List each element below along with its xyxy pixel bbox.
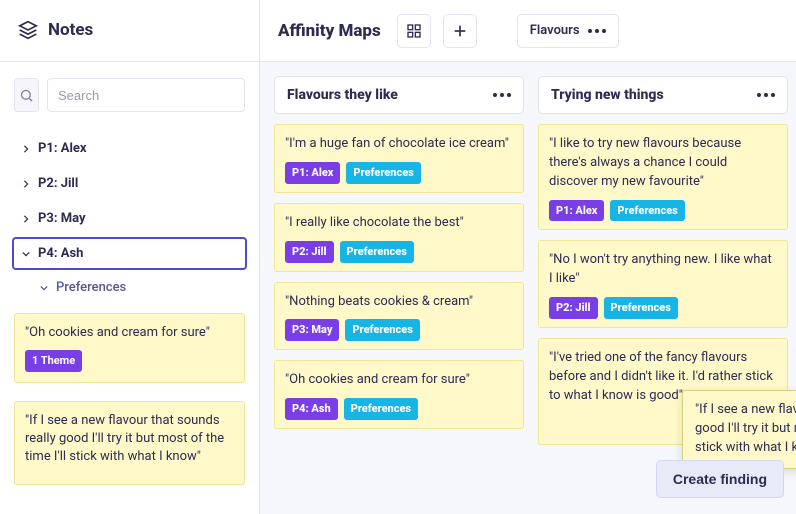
main: Affinity Maps Flavours [260, 0, 796, 514]
create-finding-button[interactable]: Create finding [656, 460, 784, 498]
note-quote: "If I see a new flavour that sounds real… [25, 412, 234, 467]
page-title: Affinity Maps [278, 21, 381, 41]
preference-tag[interactable]: Preferences [344, 398, 418, 420]
affinity-card[interactable]: "I like to try new flavours because ther… [538, 124, 788, 230]
card-quote: "I'm a huge fan of chocolate ice cream" [285, 135, 513, 154]
column-header[interactable]: Flavours they like [274, 76, 524, 114]
chevron-right-icon [22, 180, 30, 188]
column-header[interactable]: Trying new things [538, 76, 788, 114]
search-icon [19, 88, 34, 103]
filter-label: Flavours [530, 23, 580, 38]
plus-icon [452, 23, 468, 39]
chevron-right-icon [22, 215, 30, 223]
tree-sub-label: Preferences [56, 280, 126, 295]
card-tags: P3: May Preferences [285, 319, 513, 341]
sidebar: Notes P1: Alex P2: Jill P3: May [0, 0, 260, 514]
tree-item-p2[interactable]: P2: Jill [12, 167, 247, 200]
preference-tag[interactable]: Preferences [346, 162, 420, 184]
card-quote: "I really like chocolate the best" [285, 214, 513, 233]
sidebar-title: Notes [48, 20, 93, 40]
card-quote: "If I see a new flavour that sounds real… [695, 402, 796, 455]
tree-item-label: P1: Alex [38, 141, 87, 156]
preference-tag[interactable]: Preferences [345, 319, 419, 341]
theme-badge: 1 Theme [25, 350, 82, 371]
tree-item-label: P3: May [38, 211, 86, 226]
sidebar-header: Notes [0, 0, 259, 62]
filter-flavours-button[interactable]: Flavours [517, 14, 619, 48]
column-title: Trying new things [551, 87, 664, 103]
participant-tag[interactable]: P2: Jill [549, 297, 598, 319]
note-quote: "Oh cookies and cream for sure" [25, 324, 234, 342]
tree-item-p3[interactable]: P3: May [12, 202, 247, 235]
participant-tree: P1: Alex P2: Jill P3: May P4: Ash Prefer… [0, 126, 259, 303]
search-button[interactable] [14, 78, 39, 112]
preference-tag[interactable]: Preferences [340, 241, 414, 263]
search-input[interactable] [47, 78, 245, 112]
sidebar-note-card[interactable]: "Oh cookies and cream for sure" 1 Theme [14, 313, 245, 383]
column-title: Flavours they like [287, 87, 398, 103]
tree-item-label: P4: Ash [38, 246, 83, 261]
board-column: Flavours they like "I'm a huge fan of ch… [274, 76, 524, 500]
sidebar-note-card[interactable]: "If I see a new flavour that sounds real… [14, 401, 245, 486]
affinity-card[interactable]: "No I won't try anything new. I like wha… [538, 240, 788, 328]
grid-icon [406, 23, 422, 39]
card-quote: "Nothing beats cookies & cream" [285, 293, 513, 312]
layers-icon [18, 20, 38, 40]
tree-item-p4[interactable]: P4: Ash [12, 237, 247, 270]
affinity-card[interactable]: "Nothing beats cookies & cream" P3: May … [274, 282, 524, 351]
participant-tag[interactable]: P3: May [285, 319, 339, 341]
grid-view-button[interactable] [397, 14, 431, 48]
chevron-down-icon [40, 284, 48, 292]
column-menu-icon[interactable] [493, 93, 511, 97]
chevron-down-icon [22, 250, 30, 258]
card-tags: P1: Alex Preferences [549, 200, 777, 222]
participant-tag[interactable]: P1: Alex [549, 200, 604, 222]
affinity-card[interactable]: "Oh cookies and cream for sure" P4: Ash … [274, 360, 524, 429]
main-header: Affinity Maps Flavours [260, 0, 796, 62]
tree-item-label: P2: Jill [38, 176, 78, 191]
participant-tag[interactable]: P2: Jill [285, 241, 334, 263]
affinity-card[interactable]: "I'm a huge fan of chocolate ice cream" … [274, 124, 524, 193]
more-icon [588, 29, 606, 33]
participant-tag[interactable]: P4: Ash [285, 398, 338, 420]
tree-item-p1[interactable]: P1: Alex [12, 132, 247, 165]
card-quote: "I like to try new flavours because ther… [549, 135, 777, 192]
card-tags: P2: Jill Preferences [549, 297, 777, 319]
preference-tag[interactable]: Preferences [604, 297, 678, 319]
card-tags: P4: Ash Preferences [285, 398, 513, 420]
tree-sub-preferences[interactable]: Preferences [12, 272, 247, 303]
card-tags: P2: Jill Preferences [285, 241, 513, 263]
search-row [0, 62, 259, 126]
card-quote: "No I won't try anything new. I like wha… [549, 251, 777, 289]
column-menu-icon[interactable] [757, 93, 775, 97]
card-tags: P1: Alex Preferences [285, 162, 513, 184]
participant-tag[interactable]: P1: Alex [285, 162, 340, 184]
affinity-card[interactable]: "I really like chocolate the best" P2: J… [274, 203, 524, 272]
preference-tag[interactable]: Preferences [610, 200, 684, 222]
dragging-card[interactable]: "If I see a new flavour that sounds real… [682, 390, 796, 469]
card-quote: "Oh cookies and cream for sure" [285, 371, 513, 390]
chevron-right-icon [22, 145, 30, 153]
add-button[interactable] [443, 14, 477, 48]
